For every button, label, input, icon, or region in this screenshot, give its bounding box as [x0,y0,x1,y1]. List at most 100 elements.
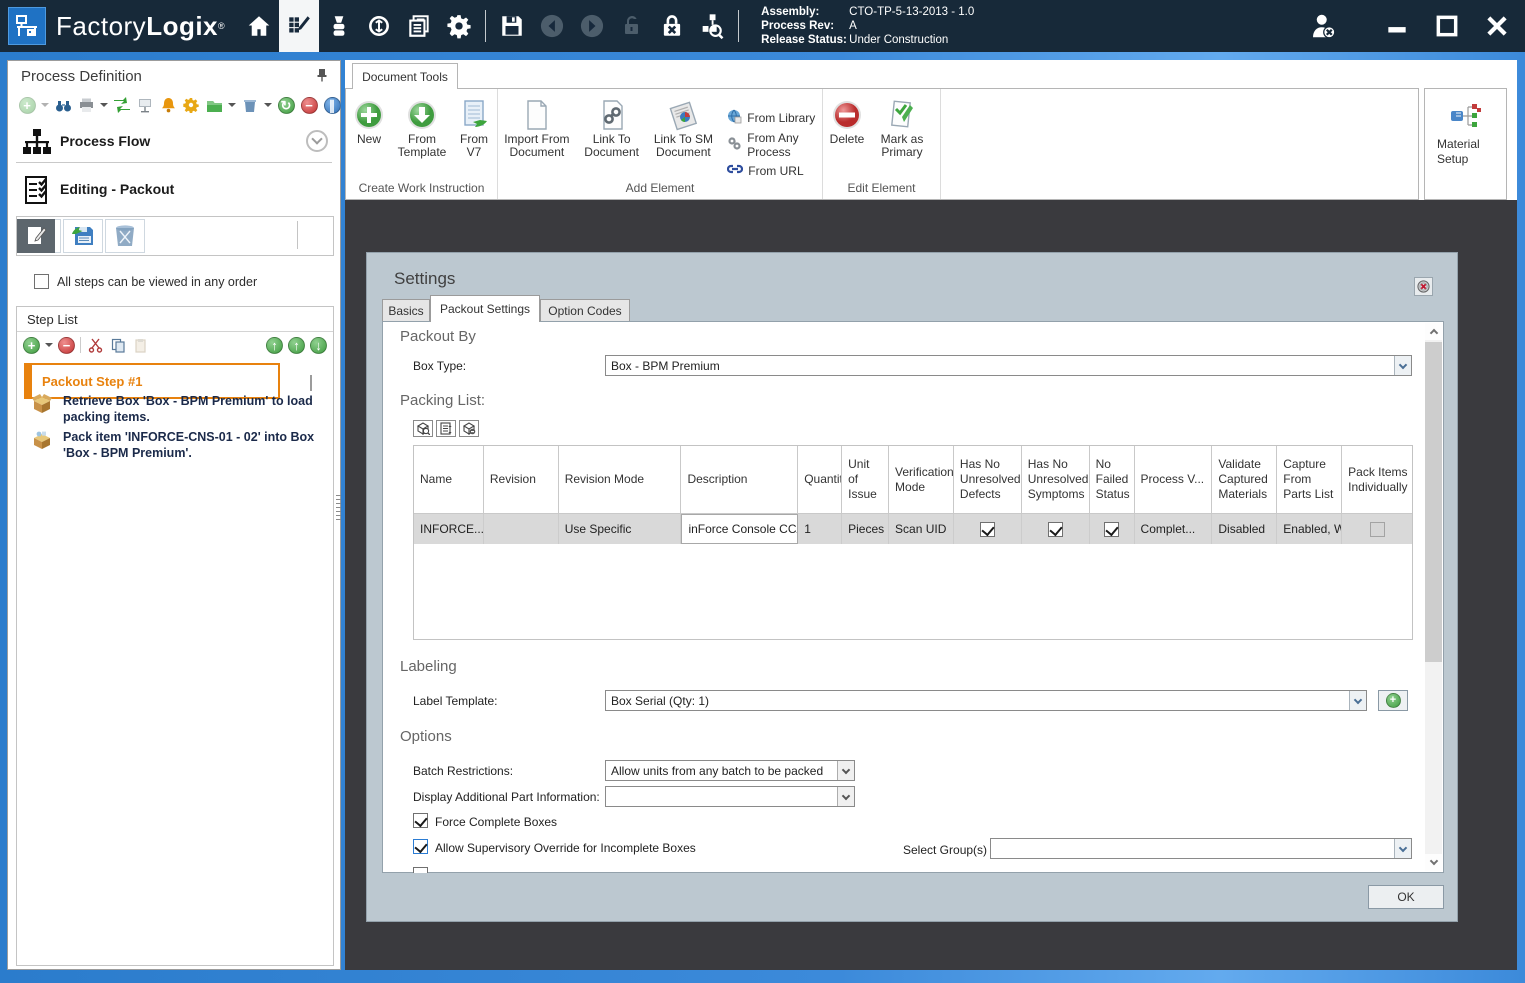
browse-box-icon[interactable] [413,420,433,437]
chevron-down-icon[interactable] [1394,356,1411,375]
add-icon[interactable]: + [18,96,36,114]
link-to-document-button[interactable]: Link To Document [576,97,648,178]
column-header[interactable]: Revision Mode [559,446,682,514]
chevron-down-icon[interactable] [1394,839,1411,858]
cut-icon[interactable] [86,336,104,354]
tab-basics[interactable]: Basics [382,299,430,322]
new-work-instruction-button[interactable]: New [346,97,392,159]
chevron-down-icon[interactable] [837,787,854,806]
pause-icon[interactable]: ∥ [323,96,341,114]
link-to-sm-document-button[interactable]: Link To SM Document [648,97,720,178]
select-groups-select[interactable] [990,838,1412,859]
copy-icon[interactable] [109,336,127,354]
editing-packout-row[interactable]: Editing - Packout [8,169,340,209]
settings-gear-button[interactable] [439,0,479,52]
column-header[interactable]: Capture From Parts List [1277,446,1342,514]
pin-icon[interactable] [316,68,328,85]
column-header[interactable]: Verification Mode [889,446,954,514]
dialog-close-button[interactable] [1414,277,1433,296]
expand-process-flow-icon[interactable] [306,130,328,152]
export-dropdown-icon[interactable] [228,103,236,107]
column-header[interactable]: Has No Unresolved Defects [954,446,1022,514]
tab-option-codes[interactable]: Option Codes [540,299,630,322]
paste-icon[interactable] [132,336,150,354]
home-button[interactable] [239,0,279,52]
tab-document-tools[interactable]: Document Tools [352,63,458,89]
cell-no-failed-status[interactable] [1090,514,1135,544]
tab-packout-settings[interactable]: Packout Settings [430,295,540,322]
material-setup-button[interactable]: Material Setup [1424,88,1507,200]
import-document-button[interactable] [63,219,103,253]
close-button[interactable] [1475,0,1519,52]
from-template-button[interactable]: From Template [392,97,452,159]
print-icon[interactable] [77,96,95,114]
maximize-button[interactable] [1425,0,1469,52]
column-header[interactable]: Description [681,446,798,514]
mark-as-primary-button[interactable]: Mark as Primary [871,97,933,159]
cell-has-no-unresolved-defects[interactable] [954,514,1022,544]
find-binoculars-icon[interactable] [54,96,72,114]
column-header[interactable]: Revision [484,446,559,514]
scrollbar-thumb[interactable] [1425,342,1442,662]
trash-icon[interactable] [241,96,259,114]
trash-dropdown-icon[interactable] [264,103,272,107]
collapse-step-icon[interactable] [310,375,312,389]
column-header[interactable]: Has No Unresolved Symptoms [1022,446,1090,514]
export-folder-icon[interactable] [205,96,223,114]
sync-button[interactable] [359,0,399,52]
add-dropdown-icon[interactable] [41,103,49,107]
process-flow-row[interactable]: Process Flow [8,123,340,161]
table-row[interactable]: INFORCE... Use Specific inForce Console … [414,514,1412,544]
logout-user-button[interactable] [1301,0,1345,52]
column-header[interactable]: Quantity [798,446,842,514]
bell-icon[interactable] [159,96,177,114]
force-complete-boxes-checkbox[interactable] [413,813,428,828]
label-template-select[interactable]: Box Serial (Qty: 1) [605,690,1367,711]
add-step-dropdown-icon[interactable] [45,343,53,347]
delete-document-button[interactable] [105,219,145,253]
import-from-document-button[interactable]: Import From Document [498,97,576,178]
allow-supervisory-override-checkbox[interactable] [413,839,428,854]
any-order-checkbox[interactable] [34,274,49,289]
panel-splitter-handle[interactable] [336,495,341,523]
remove-icon[interactable]: − [300,96,318,114]
ok-button[interactable]: OK [1368,885,1444,909]
step-item-pack-item[interactable]: Pack item 'INFORCE-CNS-01 - 02' into Box… [31,429,327,461]
from-v7-button[interactable]: From V7 [452,97,496,159]
feeder-setup-button[interactable] [319,0,359,52]
from-any-process-button[interactable]: From Any Process [727,131,822,159]
documents-button[interactable] [399,0,439,52]
cell-description[interactable]: inForce Console CCA [681,514,798,544]
gear-icon[interactable] [182,96,200,114]
chevron-down-icon[interactable] [1349,691,1366,710]
process-designer-button[interactable] [279,0,319,52]
signoff-icon[interactable] [136,96,154,114]
scroll-down-icon[interactable] [1425,854,1442,871]
column-header[interactable]: Validate Captured Materials [1212,446,1277,514]
save-button[interactable] [492,0,532,52]
any-order-option[interactable]: All steps can be viewed in any order [34,274,257,289]
column-header[interactable]: No Failed Status [1090,446,1135,514]
add-label-template-button[interactable]: + [1378,690,1408,711]
unlock-button[interactable] [612,0,652,52]
refresh-icon[interactable]: ↻ [277,96,295,114]
remove-step-icon[interactable]: − [58,337,75,354]
box-type-select[interactable]: Box - BPM Premium [605,355,1412,376]
cell-pack-items-individually[interactable] [1342,514,1412,544]
column-header[interactable]: Process V... [1135,446,1213,514]
column-header[interactable]: Name [414,446,484,514]
from-url-button[interactable]: From URL [727,163,822,178]
lock-x-button[interactable] [652,0,692,52]
from-library-button[interactable]: From Library [727,109,822,127]
edit-mode-toggle[interactable] [17,219,55,253]
scroll-up-icon[interactable] [1425,323,1442,340]
delete-element-button[interactable]: Delete [823,97,871,159]
update-flow-icon[interactable] [113,96,131,114]
remove-box-icon[interactable] [459,420,479,437]
chevron-down-icon[interactable] [837,761,854,780]
print-dropdown-icon[interactable] [100,103,108,107]
column-header[interactable]: Unit of Issue [842,446,889,514]
process-find-button[interactable] [692,0,732,52]
step-item-retrieve-box[interactable]: Retrieve Box 'Box - BPM Premium' to load… [31,393,327,425]
insert-step-above-icon[interactable]: ↑ [266,337,283,354]
